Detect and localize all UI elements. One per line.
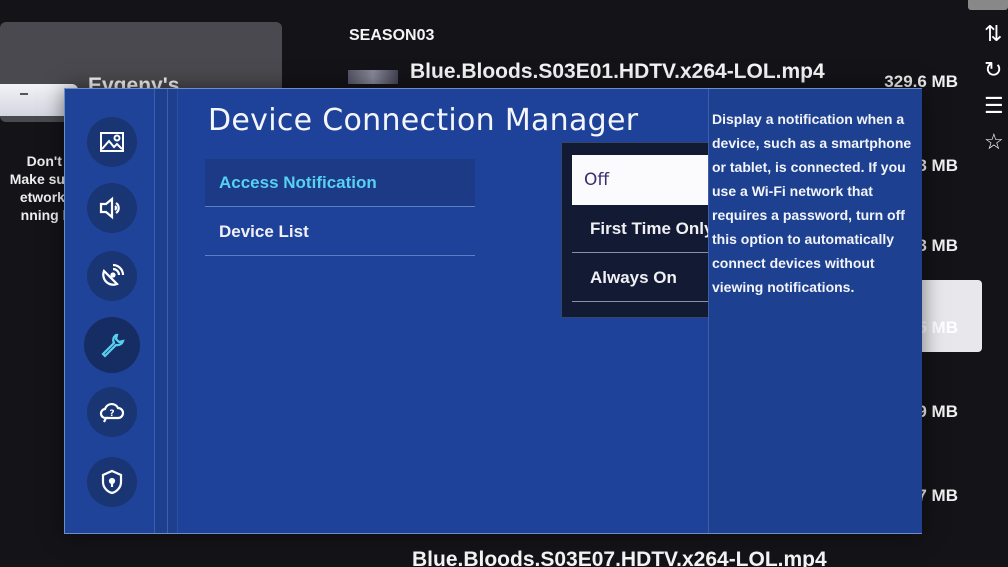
general-icon[interactable] xyxy=(84,317,140,373)
support-icon[interactable]: ? xyxy=(87,387,137,437)
settings-overlay: ? Device Connection Manager Access Notif… xyxy=(64,88,922,534)
divider xyxy=(167,89,168,533)
settings-category-rail: ? xyxy=(65,89,155,533)
svg-text:?: ? xyxy=(109,409,114,419)
description-text: Display a notification when a device, su… xyxy=(712,111,912,295)
refresh-icon[interactable]: ↻ xyxy=(984,54,1008,90)
option-label: Off xyxy=(584,170,610,190)
file-thumbnail xyxy=(348,70,398,84)
page-title: Device Connection Manager xyxy=(208,103,639,138)
top-thumbnail xyxy=(968,0,1008,10)
season-label: SEASON03 xyxy=(349,27,435,44)
sound-icon[interactable] xyxy=(87,183,137,233)
side-toolbar: ⇅ ↻ ☰ ☆ xyxy=(984,18,1008,162)
broadcasting-icon[interactable] xyxy=(87,251,137,301)
file-row[interactable]: Blue.Bloods.S03E01.HDTV.x264-LOL.mp4 329… xyxy=(348,60,968,91)
favorite-icon[interactable]: ☆ xyxy=(984,126,1008,162)
picture-icon[interactable] xyxy=(87,117,137,167)
menu-item-device-list[interactable]: Device List xyxy=(205,208,475,256)
main-panel: Device Connection Manager Access Notific… xyxy=(178,89,809,533)
file-name: Blue.Bloods.S03E01.HDTV.x264-LOL.mp4 xyxy=(410,60,825,83)
menu-item-access-notification[interactable]: Access Notification xyxy=(205,159,475,207)
sort-icon[interactable]: ⇅ xyxy=(984,18,1008,54)
filter-icon[interactable]: ☰ xyxy=(984,90,1008,126)
description-panel: Display a notification when a device, su… xyxy=(708,89,922,533)
file-name[interactable]: Blue.Bloods.S03E07.HDTV.x264-LOL.mp4 xyxy=(412,548,827,567)
privacy-icon[interactable] xyxy=(87,457,137,507)
